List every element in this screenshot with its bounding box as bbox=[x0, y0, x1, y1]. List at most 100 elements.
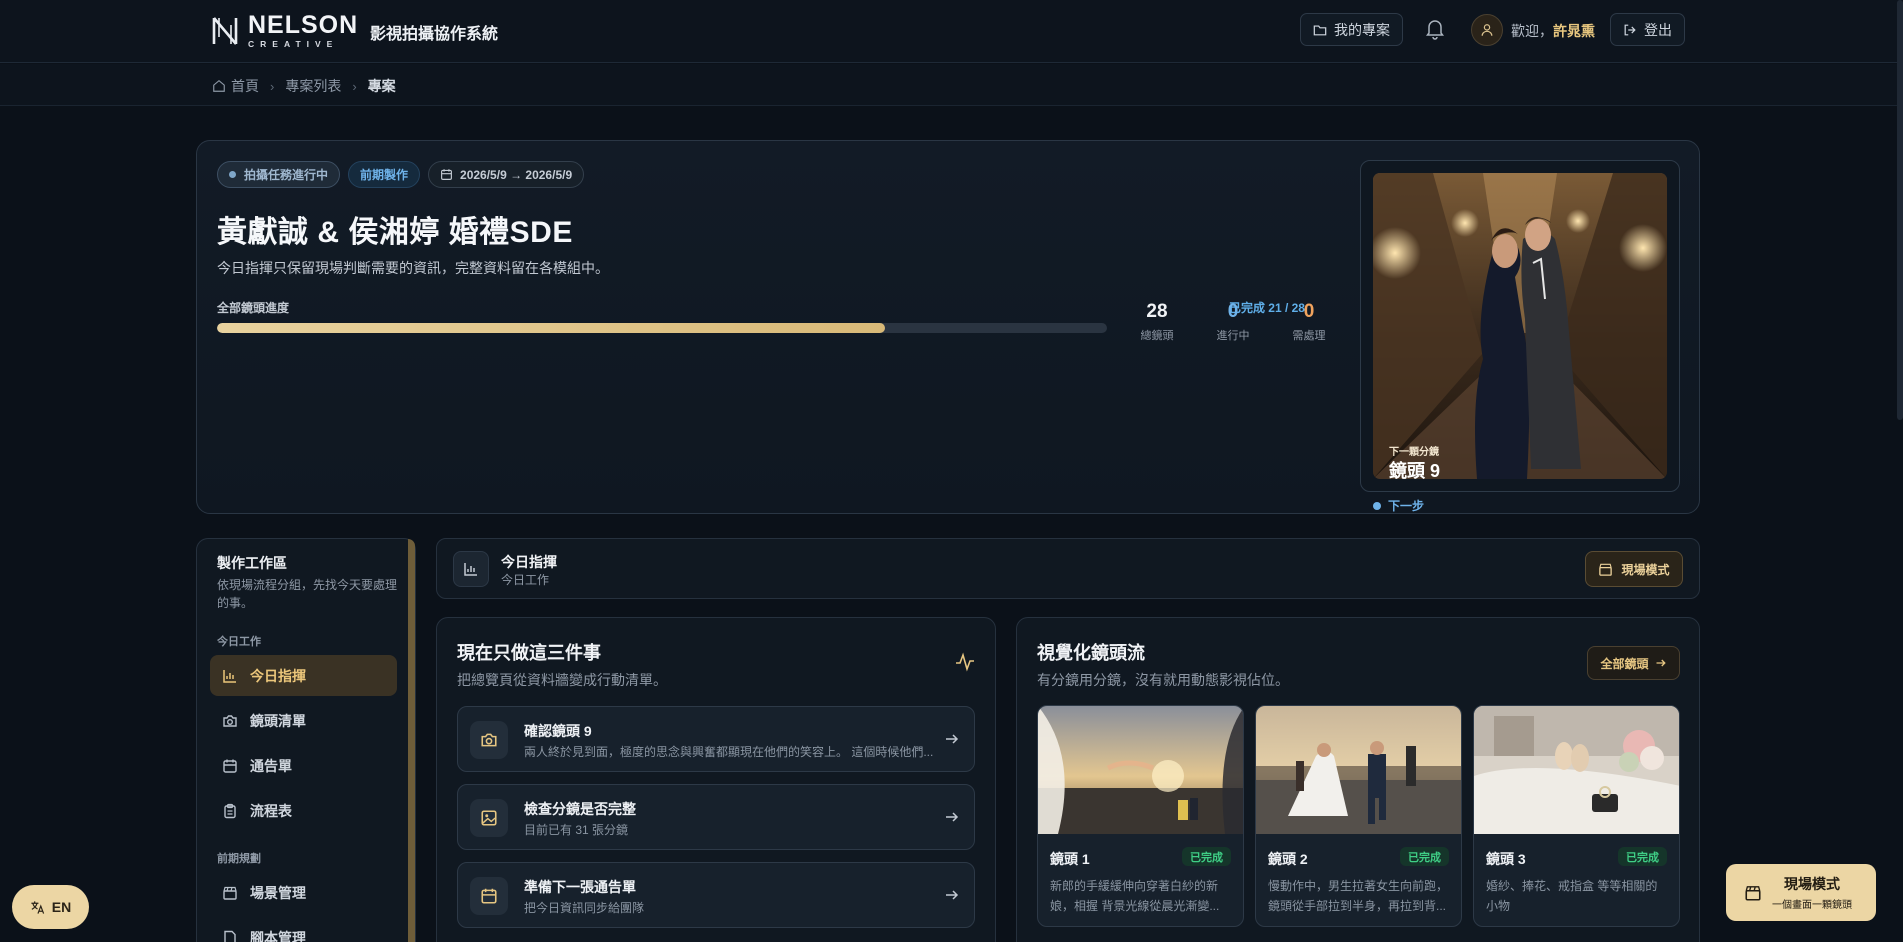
sidebar-item-label: 場景管理 bbox=[250, 884, 306, 901]
image-icon bbox=[470, 799, 508, 837]
workspace-sidebar: 製作工作區 依現場流程分組，先找今天要處理的事。 今日工作 今日指揮 鏡頭清單 … bbox=[196, 538, 416, 942]
logout-label: 登出 bbox=[1644, 21, 1672, 38]
bar-chart-icon bbox=[223, 669, 236, 683]
stat-in-progress: 0 進行中 bbox=[1203, 301, 1263, 343]
activity-icon bbox=[956, 652, 974, 672]
shot-title: 鏡頭 1 bbox=[1050, 851, 1090, 867]
avatar[interactable] bbox=[1471, 14, 1503, 46]
shot-description: 慢動作中，男生拉著女生向前跑，鏡頭從手部拉到半身，再拉到背... bbox=[1268, 879, 1449, 913]
system-title: 影視拍攝協作系統 bbox=[370, 26, 499, 43]
sidebar-item-shot-list[interactable]: 鏡頭清單 bbox=[210, 700, 397, 741]
sidebar-item-label: 通告單 bbox=[250, 757, 292, 774]
home-icon bbox=[213, 80, 225, 92]
sidebar-item-scripts[interactable]: 腳本管理 bbox=[210, 917, 397, 942]
sidebar-item-schedule[interactable]: 流程表 bbox=[210, 790, 397, 831]
shot-flow-subtitle: 有分鏡用分鏡，沒有就用動態影視佔位。 bbox=[1037, 672, 1289, 688]
shot-card[interactable]: 鏡頭 1 已完成 新郎的手緩緩伸向穿著白紗的新娘，相握 背景光線從晨光漸變... bbox=[1037, 705, 1244, 927]
bell-icon[interactable] bbox=[1425, 18, 1445, 45]
status-dot-icon bbox=[229, 171, 236, 178]
today-header: 今日指揮 今日工作 現場模式 bbox=[436, 538, 1700, 599]
field-mode-subtitle: 一個畫面一顆鏡頭 bbox=[1772, 900, 1852, 911]
logo-mark-icon bbox=[212, 16, 238, 45]
sidebar-title: 製作工作區 bbox=[217, 555, 287, 571]
shot-card[interactable]: 鏡頭 2 已完成 慢動作中，男生拉著女生向前跑，鏡頭從手部拉到半身，再拉到背..… bbox=[1255, 705, 1462, 927]
user-icon bbox=[1481, 24, 1493, 36]
sidebar-description: 依現場流程分組，先找今天要處理的事。 bbox=[217, 578, 398, 610]
sidebar-item-label: 流程表 bbox=[250, 802, 292, 819]
task-subtitle: 把今日資訊同步給團隊 bbox=[524, 901, 645, 915]
welcome-prefix: 歡迎， bbox=[1511, 23, 1553, 39]
arrow-right-icon bbox=[946, 890, 959, 900]
calendar-icon bbox=[441, 169, 452, 180]
progress-bar bbox=[217, 323, 1107, 333]
action-list-subtitle: 把總覽頁從資料牆變成行動清單。 bbox=[457, 672, 667, 688]
task-item[interactable]: 檢查分鏡是否完整 目前已有 31 張分鏡 bbox=[457, 784, 975, 850]
task-item[interactable]: 確認鏡頭 9 兩人終於見到面，極度的思念與興奮都顯現在他們的笑容上。 這個時候他… bbox=[457, 706, 975, 772]
shot-description: 婚紗、捧花、戒指盒 等等相關的小物 bbox=[1486, 879, 1658, 913]
next-step-dot-icon bbox=[1373, 501, 1381, 510]
folder-icon bbox=[1313, 24, 1327, 35]
arrow-right-icon bbox=[946, 812, 959, 822]
hero-description: 今日指揮只保留現場判斷需要的資訊，完整資料留在各模組中。 bbox=[217, 260, 609, 276]
my-projects-label: 我的專案 bbox=[1334, 21, 1390, 38]
camera-icon bbox=[223, 714, 237, 727]
field-mode-floating-button[interactable]: 現場模式 一個畫面一顆鏡頭 bbox=[1726, 864, 1876, 921]
next-step-link[interactable]: 下一步 bbox=[1373, 497, 1424, 514]
status-badge: 已完成 bbox=[1182, 847, 1231, 866]
brand-logo[interactable]: NELSON CREATIVE bbox=[211, 13, 358, 49]
language-label: EN bbox=[51, 899, 72, 915]
task-title: 檢查分鏡是否完整 bbox=[524, 801, 636, 817]
next-shot-name: 鏡頭 9 bbox=[1389, 461, 1441, 481]
language-toggle-button[interactable]: EN bbox=[12, 885, 89, 929]
breadcrumb-bar: 首頁 › 專案列表 › 專案 bbox=[0, 64, 1903, 106]
status-badge: 已完成 bbox=[1618, 847, 1667, 866]
today-title: 今日指揮 bbox=[501, 554, 557, 570]
sidebar-scrollbar[interactable] bbox=[408, 539, 415, 942]
date-range: 2026/5/9 → 2026/5/9 bbox=[460, 167, 573, 182]
logout-button[interactable]: 登出 bbox=[1610, 13, 1685, 46]
sidebar-group-label: 前期規劃 bbox=[217, 853, 261, 865]
next-shot-card[interactable]: 下一顆分鏡 鏡頭 9 bbox=[1360, 160, 1680, 492]
task-subtitle: 兩人終於見到面，極度的思念與興奮都顯現在他們的笑容上。 這個時候他們... bbox=[524, 745, 934, 759]
field-mode-label: 現場模式 bbox=[1621, 562, 1670, 577]
user-name: 許晁熏 bbox=[1553, 23, 1595, 39]
task-subtitle: 目前已有 31 張分鏡 bbox=[524, 823, 629, 837]
stat-needs-action: 0 需處理 bbox=[1279, 301, 1339, 343]
status-label: 拍攝任務進行中 bbox=[244, 168, 329, 182]
sidebar-item-label: 鏡頭清單 bbox=[250, 712, 306, 729]
shot-flow-panel: 視覺化鏡頭流 有分鏡用分鏡，沒有就用動態影視佔位。 全部鏡頭 鏡頭 1 已完成 … bbox=[1016, 617, 1700, 942]
stat-label: 總鏡頭 bbox=[1140, 330, 1174, 342]
field-mode-button[interactable]: 現場模式 bbox=[1585, 551, 1683, 587]
sidebar-item-label: 今日指揮 bbox=[250, 667, 306, 684]
all-shots-button[interactable]: 全部鏡頭 bbox=[1587, 646, 1680, 680]
camera-icon bbox=[470, 721, 508, 759]
today-subtitle: 今日工作 bbox=[501, 573, 550, 587]
all-shots-label: 全部鏡頭 bbox=[1600, 656, 1649, 671]
stat-value: 28 bbox=[1146, 301, 1168, 322]
shot-card[interactable]: 鏡頭 3 已完成 婚紗、捧花、戒指盒 等等相關的小物 bbox=[1473, 705, 1680, 927]
sidebar-item-call-sheet[interactable]: 通告單 bbox=[210, 745, 397, 786]
field-mode-title: 現場模式 bbox=[1784, 876, 1840, 892]
breadcrumb-chevron-icon: › bbox=[270, 78, 275, 94]
my-projects-button[interactable]: 我的專案 bbox=[1300, 13, 1403, 46]
page-scrollbar[interactable] bbox=[1897, 0, 1903, 420]
progress-fill bbox=[217, 323, 885, 333]
welcome-text: 歡迎，許晁熏 bbox=[1511, 21, 1595, 41]
clapper-icon bbox=[223, 886, 237, 900]
top-bar: NELSON CREATIVE 影視拍攝協作系統 我的專案 歡迎，許晁熏 登出 bbox=[0, 0, 1903, 63]
task-item[interactable]: 準備下一張通告單 把今日資訊同步給團隊 bbox=[457, 862, 975, 928]
calendar-icon bbox=[223, 759, 237, 773]
breadcrumb-home[interactable]: 首頁 bbox=[231, 76, 259, 96]
sidebar-item-scenes[interactable]: 場景管理 bbox=[210, 872, 397, 913]
sidebar-item-today-command[interactable]: 今日指揮 bbox=[210, 655, 397, 696]
stage-badge: 前期製作 bbox=[348, 161, 421, 188]
stat-label: 進行中 bbox=[1216, 330, 1250, 342]
brand-sub: CREATIVE bbox=[248, 39, 339, 49]
document-icon bbox=[224, 930, 236, 942]
shot-flow-title: 視覺化鏡頭流 bbox=[1037, 643, 1145, 663]
stat-label: 需處理 bbox=[1292, 330, 1326, 342]
clipboard-icon bbox=[224, 803, 236, 818]
shot-title: 鏡頭 3 bbox=[1486, 851, 1526, 867]
sidebar-group-label: 今日工作 bbox=[217, 636, 261, 648]
breadcrumb-project-list[interactable]: 專案列表 bbox=[285, 76, 341, 96]
